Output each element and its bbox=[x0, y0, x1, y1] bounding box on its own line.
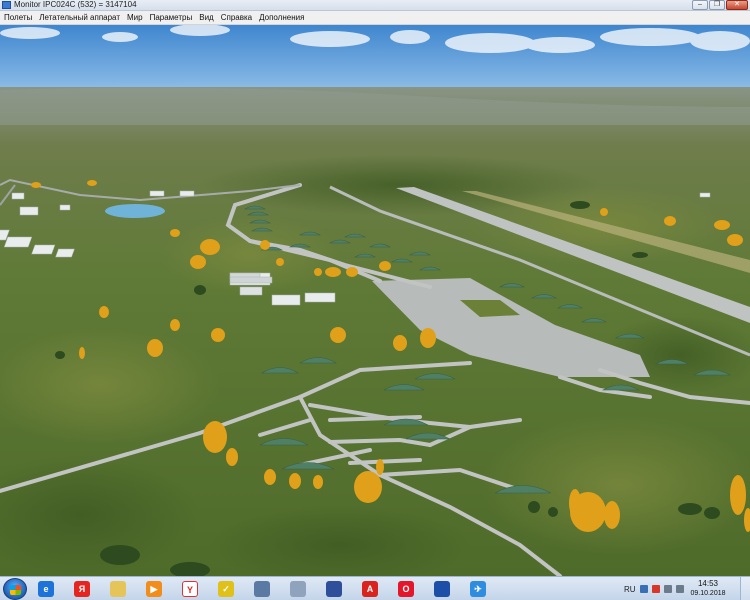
menu-aircraft[interactable]: Летательный аппарат bbox=[39, 12, 120, 24]
start-button[interactable] bbox=[3, 578, 27, 600]
menu-help[interactable]: Справка bbox=[221, 12, 252, 24]
window-title: Monitor IPC024C (532) = 3147104 bbox=[14, 0, 137, 9]
opera-icon[interactable]: O bbox=[394, 579, 418, 599]
menu-world[interactable]: Мир bbox=[127, 12, 143, 24]
taskbar-glyph: e bbox=[38, 581, 54, 597]
taskbar-glyph bbox=[326, 581, 342, 597]
taskbar-glyph: ▶ bbox=[146, 581, 162, 597]
media-player-icon[interactable]: ▶ bbox=[142, 579, 166, 599]
menu-addons[interactable]: Дополнения bbox=[259, 12, 304, 24]
close-button[interactable]: ✕ bbox=[726, 0, 748, 10]
clock-time: 14:53 bbox=[697, 579, 719, 588]
lake bbox=[105, 204, 165, 218]
flag-icon[interactable] bbox=[651, 585, 660, 593]
clock[interactable]: 14:53 09.10.2018 bbox=[686, 579, 730, 598]
app-icon bbox=[2, 1, 11, 9]
taskbar-glyph: ✈ bbox=[470, 581, 486, 597]
taskbar: e Я ▶ Y ✓ A O ✈ RU 14:53 09.10.2018 bbox=[0, 576, 750, 600]
flight-simulator-icon[interactable]: ✈ bbox=[466, 579, 490, 599]
clock-date: 09.10.2018 bbox=[690, 590, 726, 597]
save-disk-icon[interactable] bbox=[322, 579, 346, 599]
calculator-icon[interactable] bbox=[286, 579, 310, 599]
taskbar-glyph bbox=[110, 581, 126, 597]
taskbar-glyph: A bbox=[362, 581, 378, 597]
taskbar-glyph: Я bbox=[74, 581, 90, 597]
computer-icon[interactable] bbox=[250, 579, 274, 599]
airbase-scene bbox=[0, 25, 750, 576]
window-controls: – ❐ ✕ bbox=[692, 0, 748, 10]
yandex-browser-icon[interactable]: Y bbox=[178, 579, 202, 599]
taskbar-glyph bbox=[290, 581, 306, 597]
pdf-icon[interactable]: A bbox=[358, 579, 382, 599]
taskbar-glyph: O bbox=[398, 581, 414, 597]
menu-bar: Полеты Летательный аппарат Мир Параметры… bbox=[0, 11, 750, 25]
taskbar-glyph bbox=[434, 581, 450, 597]
menu-options[interactable]: Параметры bbox=[150, 12, 193, 24]
yandex-icon[interactable]: Я bbox=[70, 579, 94, 599]
maximize-button[interactable]: ❐ bbox=[709, 0, 725, 10]
menu-view[interactable]: Вид bbox=[199, 12, 213, 24]
taskbar-glyph bbox=[254, 581, 270, 597]
menu-flights[interactable]: Полеты bbox=[4, 12, 32, 24]
volume-icon[interactable] bbox=[675, 585, 684, 593]
show-desktop-button[interactable] bbox=[740, 577, 750, 600]
title-bar: Monitor IPC024C (532) = 3147104 – ❐ ✕ bbox=[0, 0, 750, 11]
simulator-viewport[interactable] bbox=[0, 25, 750, 576]
language-indicator[interactable]: RU bbox=[624, 585, 636, 594]
taskbar-glyph: ✓ bbox=[218, 581, 234, 597]
windows-logo-icon bbox=[10, 585, 21, 595]
tray-app-icon[interactable] bbox=[639, 585, 648, 593]
minimize-button[interactable]: – bbox=[692, 0, 708, 10]
network-app-icon[interactable] bbox=[430, 579, 454, 599]
taskbar-glyph: Y bbox=[182, 581, 198, 597]
security-icon[interactable]: ✓ bbox=[214, 579, 238, 599]
folder-icon[interactable] bbox=[106, 579, 130, 599]
internet-explorer-icon[interactable]: e bbox=[34, 579, 58, 599]
network-icon[interactable] bbox=[663, 585, 672, 593]
